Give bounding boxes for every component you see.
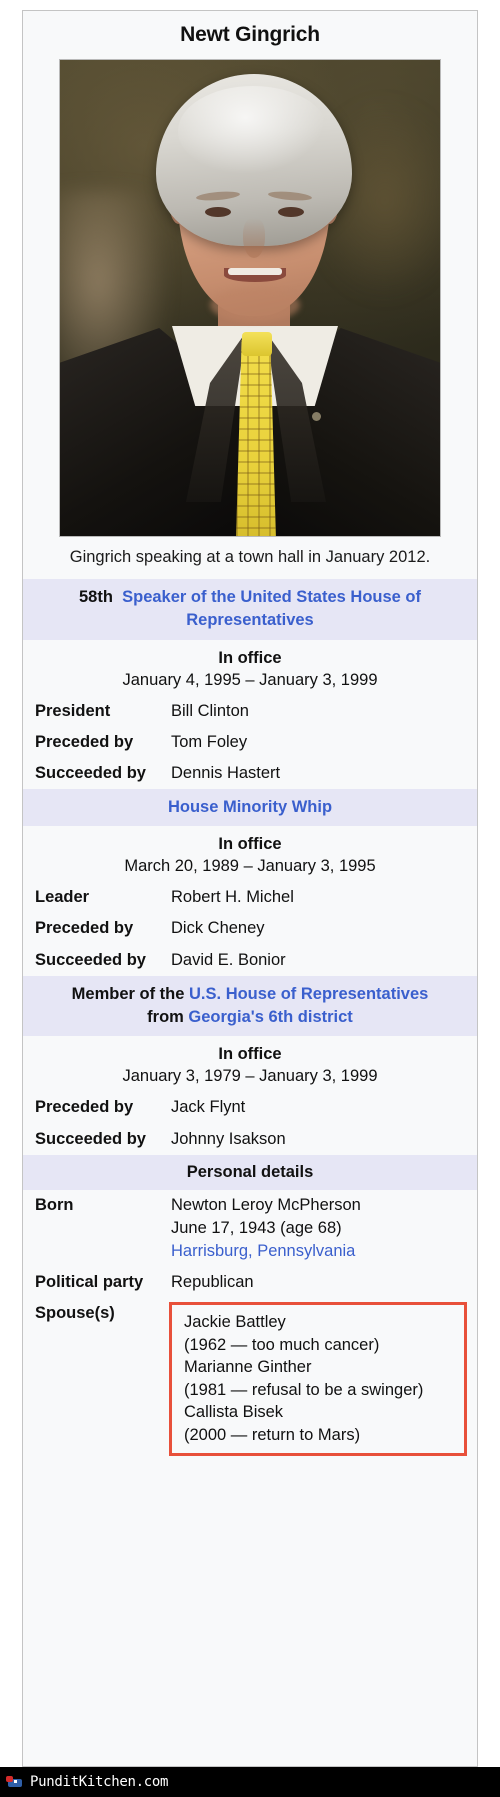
- gingrich-photo: [59, 59, 441, 537]
- table-row: Preceded by Tom Foley: [23, 727, 477, 758]
- office-link-us-house[interactable]: U.S. House of Representatives: [189, 985, 428, 1003]
- table-row: Preceded by Jack Flynt: [23, 1092, 477, 1123]
- table-row: Succeeded by Dennis Hastert: [23, 758, 477, 789]
- term-dates-member: January 3, 1979 – January 3, 1999: [122, 1067, 378, 1086]
- row-value-leader[interactable]: Robert H. Michel: [171, 886, 467, 909]
- office-link-speaker[interactable]: Speaker of the United States House of Re…: [122, 588, 421, 629]
- row-label-party: Political party: [35, 1273, 144, 1292]
- row-value-succeeded-by[interactable]: Johnny Isakson: [171, 1128, 467, 1151]
- office-ordinal: 58th: [78, 587, 113, 606]
- term-dates-speaker: January 4, 1995 – January 3, 1999: [122, 670, 378, 689]
- row-label: Succeeded by: [35, 763, 146, 782]
- personal-details-band: Personal details: [23, 1154, 477, 1191]
- row-label-spouse: Spouse(s): [35, 1304, 115, 1323]
- table-row: Leader Robert H. Michel: [23, 882, 477, 913]
- row-label: Succeeded by: [35, 1129, 146, 1148]
- necktie-knot: [242, 332, 272, 356]
- office-band-whip: House Minority Whip: [23, 788, 477, 827]
- member-prefix: Member of the: [71, 984, 190, 1003]
- wikipedia-infobox: Newt Gingrich Gingrich speaking at a tow…: [22, 10, 478, 1767]
- table-row: President Bill Clinton: [23, 696, 477, 727]
- nose: [243, 218, 265, 258]
- spouse-name-3[interactable]: Callista Bisek: [184, 1401, 454, 1423]
- in-office-label-whip: In office: [218, 835, 282, 854]
- photo-caption: Gingrich speaking at a town hall in Janu…: [69, 548, 431, 566]
- spouse-name-1: Jackie Battley: [184, 1313, 286, 1332]
- hair-highlight: [178, 86, 328, 176]
- row-label: Preceded by: [35, 1098, 134, 1117]
- eye-right: [278, 207, 304, 217]
- chin: [210, 288, 300, 322]
- term-dates-whip: March 20, 1989 – January 3, 1995: [124, 857, 376, 876]
- row-value-preceded-by[interactable]: Tom Foley: [171, 731, 467, 754]
- page-title: Newt Gingrich: [180, 23, 320, 46]
- office-link-whip[interactable]: House Minority Whip: [168, 798, 332, 816]
- table-row: Preceded by Dick Cheney: [23, 913, 477, 944]
- spouse-highlight-box: Jackie Battley (1962 — too much cancer) …: [169, 1302, 467, 1457]
- born-name: Newton Leroy McPherson: [171, 1196, 361, 1215]
- teeth: [228, 268, 282, 275]
- spouse-name-2: Marianne Ginther: [184, 1358, 312, 1377]
- table-row: Succeeded by David E. Bonior: [23, 945, 477, 976]
- watermark-text: PunditKitchen.com: [30, 1774, 169, 1790]
- in-office-label-speaker: In office: [218, 648, 282, 667]
- row-value-preceded-by[interactable]: Jack Flynt: [171, 1096, 467, 1119]
- row-label: President: [35, 701, 111, 720]
- democrat-donkey-icon: [6, 1775, 24, 1789]
- office-band-speaker: 58th Speaker of the United States House …: [23, 578, 477, 640]
- row-label: Leader: [35, 888, 90, 907]
- born-place[interactable]: Harrisburg, Pennsylvania: [171, 1240, 467, 1263]
- row-label: Preceded by: [35, 919, 134, 938]
- table-row-spouse: Spouse(s) Jackie Battley (1962 — too muc…: [23, 1298, 477, 1458]
- in-office-label-member: In office: [218, 1045, 282, 1064]
- photo-container: [23, 59, 477, 537]
- eye-left: [205, 207, 231, 217]
- row-value-succeeded-by[interactable]: Dennis Hastert: [171, 762, 467, 785]
- lapel-pin-icon: [312, 412, 321, 421]
- row-label: Succeeded by: [35, 950, 146, 969]
- table-row-party: Political party Republican: [23, 1267, 477, 1298]
- born-value: Newton Leroy McPherson June 17, 1943 (ag…: [171, 1194, 467, 1263]
- watermark-bar: PunditKitchen.com: [0, 1767, 500, 1797]
- spouse-note-3: (2000 — return to Mars): [184, 1425, 361, 1444]
- spouse-note-1: (1962 — too much cancer): [184, 1335, 380, 1354]
- row-value-president[interactable]: Bill Clinton: [171, 700, 467, 723]
- table-row-born: Born Newton Leroy McPherson June 17, 194…: [23, 1190, 477, 1267]
- yellow-necktie: [236, 340, 276, 536]
- row-value-preceded-by[interactable]: Dick Cheney: [171, 917, 467, 940]
- row-value-succeeded-by[interactable]: David E. Bonior: [171, 949, 467, 972]
- table-row: Succeeded by Johnny Isakson: [23, 1124, 477, 1155]
- born-date: June 17, 1943 (age 68): [171, 1219, 342, 1238]
- office-link-georgia-district[interactable]: Georgia's 6th district: [188, 1008, 352, 1026]
- member-from: from: [147, 1008, 189, 1027]
- row-label: Preceded by: [35, 732, 134, 751]
- row-label-born: Born: [35, 1196, 74, 1215]
- spouse-note-2: (1981 — refusal to be a swinger): [184, 1380, 424, 1399]
- office-band-member: Member of the U.S. House of Representati…: [23, 975, 477, 1037]
- party-value[interactable]: Republican: [171, 1271, 467, 1294]
